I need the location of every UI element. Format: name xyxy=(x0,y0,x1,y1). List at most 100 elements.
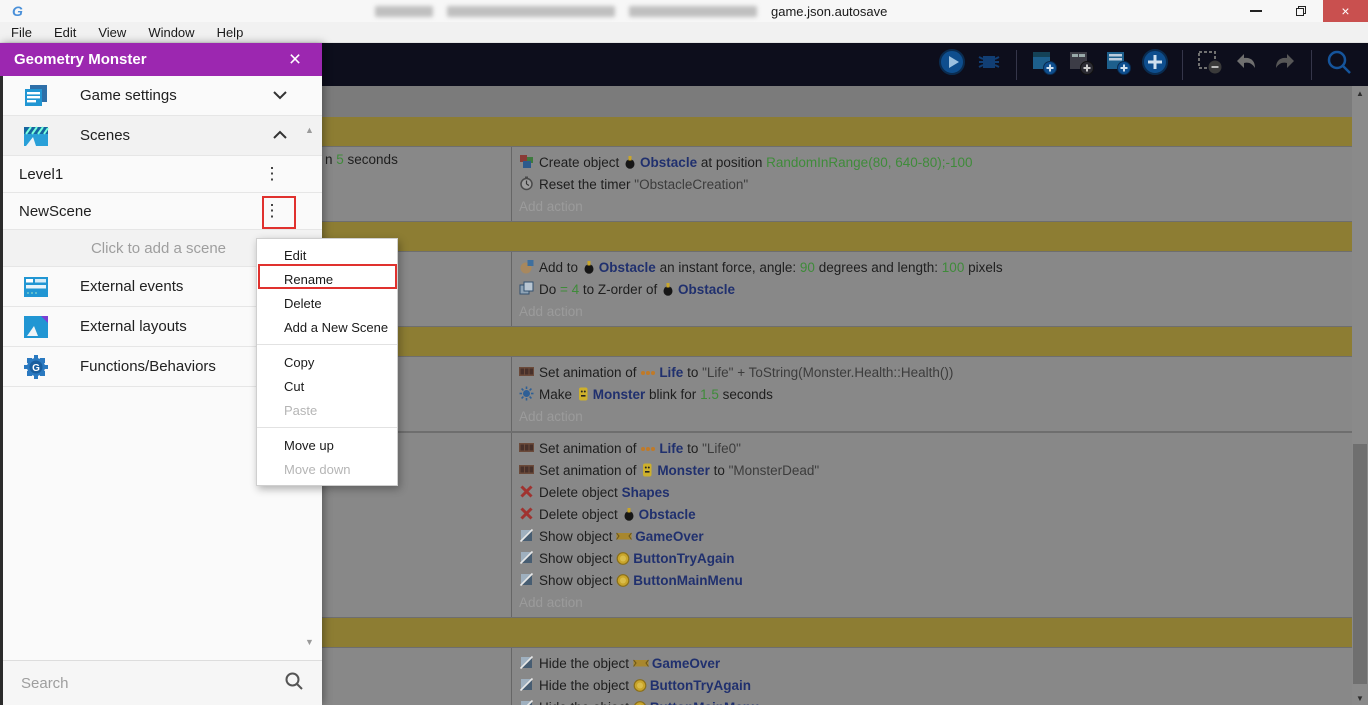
action-line[interactable]: Set animation of Life to "Life0" xyxy=(519,438,1348,460)
segment: at position xyxy=(697,155,766,170)
action-line[interactable]: Hide the object GameOver xyxy=(519,653,1348,675)
add-action-button[interactable]: Add action xyxy=(519,406,1348,428)
toolbar-separator xyxy=(1311,50,1312,80)
item-label: Game settings xyxy=(80,87,272,104)
action-line[interactable]: Show object GameOver xyxy=(519,526,1348,548)
undo-icon xyxy=(1233,48,1261,81)
life-object-icon xyxy=(640,440,656,462)
context-menu-item-rename[interactable]: Rename xyxy=(257,267,397,291)
action-line[interactable]: Reset the timer "ObstacleCreation" xyxy=(519,174,1348,196)
restore-button[interactable] xyxy=(1278,0,1323,22)
item-label: Level1 xyxy=(19,166,260,183)
add-circle-button[interactable] xyxy=(1140,50,1170,80)
drawer-item-scenes[interactable]: Scenes xyxy=(3,116,322,156)
context-menu-item-copy[interactable]: Copy xyxy=(257,350,397,374)
event-row: Set animation of Life to "Life0"Set anim… xyxy=(322,432,1352,618)
title-bar: G game.json.autosave × xyxy=(0,0,1368,22)
redacted-title-segment xyxy=(447,6,615,17)
segment: seconds xyxy=(719,387,773,402)
object-name: Monster xyxy=(657,463,710,478)
comment-row[interactable] xyxy=(322,222,1352,251)
menu-separator xyxy=(257,427,397,428)
search-icon[interactable] xyxy=(284,671,304,696)
add-object-button[interactable] xyxy=(1029,50,1059,80)
drawer-item-game-settings[interactable]: Game settings xyxy=(3,76,322,116)
kebab-menu-icon[interactable]: ⋮ xyxy=(260,164,284,184)
menu-edit[interactable]: Edit xyxy=(43,22,87,43)
drawer-scroll-down-icon[interactable]: ▼ xyxy=(305,637,314,647)
game-settings-icon xyxy=(23,83,49,109)
menu-file[interactable]: File xyxy=(0,22,43,43)
drawer-close-icon[interactable]: × xyxy=(282,49,308,70)
object-name: Obstacle xyxy=(639,507,696,522)
action-line[interactable]: Show object ButtonTryAgain xyxy=(519,548,1348,570)
chevron-down-icon[interactable] xyxy=(272,87,288,105)
actions-cell: Hide the object GameOverHide the object … xyxy=(512,648,1352,705)
scroll-down-icon[interactable]: ▼ xyxy=(1352,691,1368,705)
action-line[interactable]: Make Monster blink for 1.5 seconds xyxy=(519,384,1348,406)
kebab-menu-icon[interactable]: ⋮ xyxy=(260,201,284,221)
menu-view[interactable]: View xyxy=(87,22,137,43)
search-input[interactable] xyxy=(21,675,284,692)
conditions-cell[interactable] xyxy=(322,648,512,705)
drawer-item-level1[interactable]: Level1⋮ xyxy=(3,156,322,193)
segment: Add to xyxy=(539,260,582,275)
obstacle-object-icon xyxy=(623,154,637,176)
add-action-button[interactable]: Add action xyxy=(519,196,1348,218)
add-circle-icon xyxy=(1141,48,1169,81)
object-name: ButtonMainMenu xyxy=(633,573,742,588)
segment: "Life0" xyxy=(702,441,741,456)
menu-window[interactable]: Window xyxy=(137,22,205,43)
action-line[interactable]: Do = 4 to Z-order of Obstacle xyxy=(519,279,1348,301)
comment-row[interactable] xyxy=(322,327,1352,356)
comment-row[interactable] xyxy=(322,618,1352,647)
close-button[interactable]: × xyxy=(1323,0,1368,22)
item-label: NewScene xyxy=(19,203,260,220)
action-line[interactable]: Delete object Obstacle xyxy=(519,504,1348,526)
add-action-button[interactable]: Add action xyxy=(519,592,1348,614)
object-name: GameOver xyxy=(635,529,703,544)
play-button[interactable] xyxy=(937,50,967,80)
object-name: ButtonMainMenu xyxy=(650,700,759,705)
project-title: Geometry Monster xyxy=(14,51,282,68)
undo-button[interactable] xyxy=(1232,50,1262,80)
action-line[interactable]: Add to Obstacle an instant force, angle:… xyxy=(519,257,1348,279)
add-external-events-button[interactable] xyxy=(1103,50,1133,80)
drawer-header: Geometry Monster × xyxy=(0,43,322,76)
context-menu-item-add-a-new-scene[interactable]: Add a New Scene xyxy=(257,315,397,339)
action-line[interactable]: Show object ButtonMainMenu xyxy=(519,570,1348,592)
action-line[interactable]: Set animation of Life to "Life" + ToStri… xyxy=(519,362,1348,384)
scroll-up-icon[interactable]: ▲ xyxy=(1352,86,1368,100)
events-toolbar xyxy=(322,43,1368,86)
minimize-button[interactable] xyxy=(1233,0,1278,22)
action-line[interactable]: Set animation of Monster to "MonsterDead… xyxy=(519,460,1348,482)
add-action-button[interactable]: Add action xyxy=(519,301,1348,323)
conditions-cell[interactable]: n 5 seconds xyxy=(322,147,512,221)
create-object-icon xyxy=(519,154,534,176)
actions-cell: Create object Obstacle at position Rando… xyxy=(512,147,1352,221)
redo-button[interactable] xyxy=(1269,50,1299,80)
events-scrollbar[interactable]: ▲ ▼ xyxy=(1352,86,1368,705)
action-line[interactable]: Create object Obstacle at position Rando… xyxy=(519,152,1348,174)
action-line[interactable]: Hide the object ButtonTryAgain xyxy=(519,675,1348,697)
animation-icon xyxy=(519,364,534,386)
actions-cell: Set animation of Life to "Life0"Set anim… xyxy=(512,433,1352,617)
scrollbar-thumb[interactable] xyxy=(1353,444,1367,684)
add-group-button[interactable] xyxy=(1066,50,1096,80)
drawer-item-newscene[interactable]: NewScene⋮ xyxy=(3,193,322,230)
chevron-up-icon[interactable] xyxy=(272,127,288,145)
context-menu-item-delete[interactable]: Delete xyxy=(257,291,397,315)
action-line[interactable]: Delete object Shapes xyxy=(519,482,1348,504)
menu-help[interactable]: Help xyxy=(206,22,255,43)
comment-row[interactable] xyxy=(322,117,1352,146)
context-menu-item-move-up[interactable]: Move up xyxy=(257,433,397,457)
context-menu-item-edit[interactable]: Edit xyxy=(257,243,397,267)
debug-button[interactable] xyxy=(974,50,1004,80)
action-line[interactable]: Hide the object ButtonMainMenu xyxy=(519,697,1348,705)
context-menu-item-cut[interactable]: Cut xyxy=(257,374,397,398)
object-name: Obstacle xyxy=(640,155,697,170)
drawer-scroll-up-icon[interactable]: ▲ xyxy=(305,125,314,135)
title-text: game.json.autosave xyxy=(771,4,887,19)
remove-instance-button[interactable] xyxy=(1195,50,1225,80)
search-button[interactable] xyxy=(1324,50,1354,80)
